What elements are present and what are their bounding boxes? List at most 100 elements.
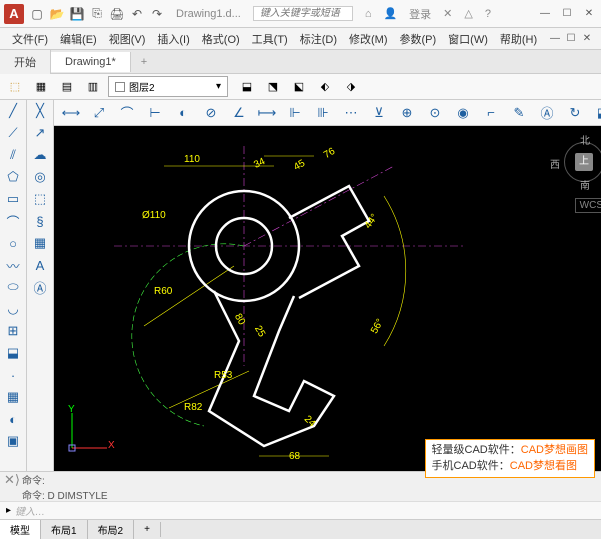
undo-icon[interactable]: ↶ (130, 7, 144, 21)
dim-center-icon[interactable]: ⊙ (422, 102, 448, 124)
dim-edit-icon[interactable]: ✎ (506, 102, 532, 124)
menu-modify[interactable]: 修改(M) (343, 29, 394, 49)
layer-tool-4[interactable]: ⬖ (314, 77, 336, 97)
doc-minimize[interactable]: — (547, 32, 563, 46)
doc-restore[interactable]: ☐ (563, 32, 579, 46)
layer-state3-icon[interactable]: ▥ (82, 77, 104, 97)
viewcube-top[interactable]: 上 (575, 153, 593, 171)
ray-tool[interactable]: ↗ (27, 122, 53, 144)
donut-tool[interactable]: ◎ (27, 166, 53, 188)
block-tool[interactable]: ⊞ (0, 320, 26, 342)
layer-props-icon[interactable]: ⬚ (4, 77, 26, 97)
insert-tool[interactable]: ⬓ (0, 342, 26, 364)
table-tool[interactable]: ▦ (27, 232, 53, 254)
menu-tools[interactable]: 工具(T) (246, 29, 294, 49)
layer-tool-1[interactable]: ⬓ (236, 77, 258, 97)
tab-start[interactable]: 开始 (0, 50, 51, 74)
menu-insert[interactable]: 插入(I) (151, 29, 195, 49)
wcs-label[interactable]: WCS (575, 198, 601, 213)
dim-inspect-icon[interactable]: ◉ (450, 102, 476, 124)
layer-tool-3[interactable]: ⬕ (288, 77, 310, 97)
login-icon[interactable]: 👤 (383, 7, 397, 20)
print-icon[interactable]: 🖨 (110, 7, 124, 21)
ellipse-arc-tool[interactable]: ◡ (0, 298, 26, 320)
maximize-button[interactable]: ☐ (559, 7, 575, 21)
dim-arc-icon[interactable]: ⌒ (114, 102, 140, 124)
layer-tool-2[interactable]: ⬔ (262, 77, 284, 97)
menu-help[interactable]: 帮助(H) (494, 29, 543, 49)
dim-diameter-icon[interactable]: ⊘ (198, 102, 224, 124)
doc-close[interactable]: ✕ (579, 32, 595, 46)
tab-drawing1[interactable]: Drawing1* (51, 52, 131, 72)
layout1-tab[interactable]: 布局1 (41, 520, 88, 539)
login-text[interactable]: 登录 (409, 6, 431, 22)
search-go-icon[interactable]: ⌂ (365, 8, 372, 20)
layer-tool-5[interactable]: ⬗ (340, 77, 362, 97)
cloud-icon[interactable]: △ (464, 7, 472, 20)
dim-ordinate-icon[interactable]: ⊢ (142, 102, 168, 124)
gradient-tool[interactable]: ◐ (0, 408, 26, 430)
redo-icon[interactable]: ↷ (150, 7, 164, 21)
dim-quick-icon[interactable]: ⟼ (254, 102, 280, 124)
layer-state2-icon[interactable]: ▤ (56, 77, 78, 97)
menu-edit[interactable]: 编辑(E) (54, 29, 103, 49)
menu-param[interactable]: 参数(P) (394, 29, 443, 49)
share-icon[interactable]: ✕ (443, 7, 452, 20)
region-tool[interactable]: ▣ (0, 430, 26, 452)
polygon-tool[interactable]: ⬠ (0, 166, 26, 188)
menu-file[interactable]: 文件(F) (6, 29, 54, 49)
layer-state1-icon[interactable]: ▦ (30, 77, 52, 97)
arc-tool[interactable]: ⌒ (0, 210, 26, 232)
text-tool[interactable]: Ⓐ (27, 276, 53, 298)
ucs-icon: Y X (62, 408, 112, 463)
dim-angular-icon[interactable]: ∠ (226, 102, 252, 124)
tab-add[interactable]: + (131, 54, 157, 70)
menu-view[interactable]: 视图(V) (103, 29, 152, 49)
save-icon[interactable]: 💾 (70, 7, 84, 21)
dim-baseline-icon[interactable]: ⊩ (282, 102, 308, 124)
hatch-tool[interactable]: ▦ (0, 386, 26, 408)
menu-format[interactable]: 格式(O) (196, 29, 246, 49)
layout2-tab[interactable]: 布局2 (88, 520, 135, 539)
mtext-tool[interactable]: A (27, 254, 53, 276)
minimize-button[interactable]: — (537, 7, 553, 21)
cmd-prompt[interactable]: 键入… (15, 503, 45, 518)
helix-tool[interactable]: § (27, 210, 53, 232)
circle-tool[interactable]: ○ (0, 232, 26, 254)
close-button[interactable]: ✕ (581, 7, 597, 21)
model-tab[interactable]: 模型 (0, 520, 41, 539)
revcloud-tool[interactable]: ☁ (27, 144, 53, 166)
dim-radius-icon[interactable]: ◐ (170, 102, 196, 124)
dim-style-icon[interactable]: ⬓ (590, 102, 601, 124)
dim-continue-icon[interactable]: ⊪ (310, 102, 336, 124)
help-icon[interactable]: ? (485, 8, 491, 20)
dim-break-icon[interactable]: ⊻ (366, 102, 392, 124)
menu-window[interactable]: 窗口(W) (442, 29, 494, 49)
dim-aligned-icon[interactable]: ⤢ (86, 102, 112, 124)
xline-tool[interactable]: ╳ (27, 100, 53, 122)
rectangle-tool[interactable]: ▭ (0, 188, 26, 210)
dim-space-icon[interactable]: ⋯ (338, 102, 364, 124)
dim-update-icon[interactable]: ↻ (562, 102, 588, 124)
point-tool[interactable]: · (0, 364, 26, 386)
cmd-handle-icon[interactable]: ✕⟩ (4, 472, 22, 502)
open-icon[interactable]: 📂 (50, 7, 64, 21)
dim-tolerance-icon[interactable]: ⊕ (394, 102, 420, 124)
dim-linear-icon[interactable]: ⟷ (58, 102, 84, 124)
polyline-tool[interactable]: ⟋ (0, 122, 26, 144)
search-input[interactable] (253, 6, 353, 21)
mline-tool[interactable]: ⫽ (0, 144, 26, 166)
spline-tool[interactable]: 〰 (0, 254, 26, 276)
layout-add-tab[interactable]: + (134, 522, 161, 537)
menu-dimension[interactable]: 标注(D) (294, 29, 343, 49)
new-icon[interactable]: ▢ (30, 7, 44, 21)
wipeout-tool[interactable]: ⬚ (27, 188, 53, 210)
view-cube[interactable]: 上 北 南 西 东 (556, 134, 601, 190)
drawing-canvas[interactable]: 上 北 南 西 东 WCS Y X (54, 126, 601, 471)
line-tool[interactable]: ╱ (0, 100, 26, 122)
dim-jog-icon[interactable]: ⌐ (478, 102, 504, 124)
dim-tedit-icon[interactable]: Ⓐ (534, 102, 560, 124)
layer-dropdown[interactable]: 图层2 ▾ (108, 76, 228, 97)
saveas-icon[interactable]: ⎘ (90, 7, 104, 21)
ellipse-tool[interactable]: ⬭ (0, 276, 26, 298)
